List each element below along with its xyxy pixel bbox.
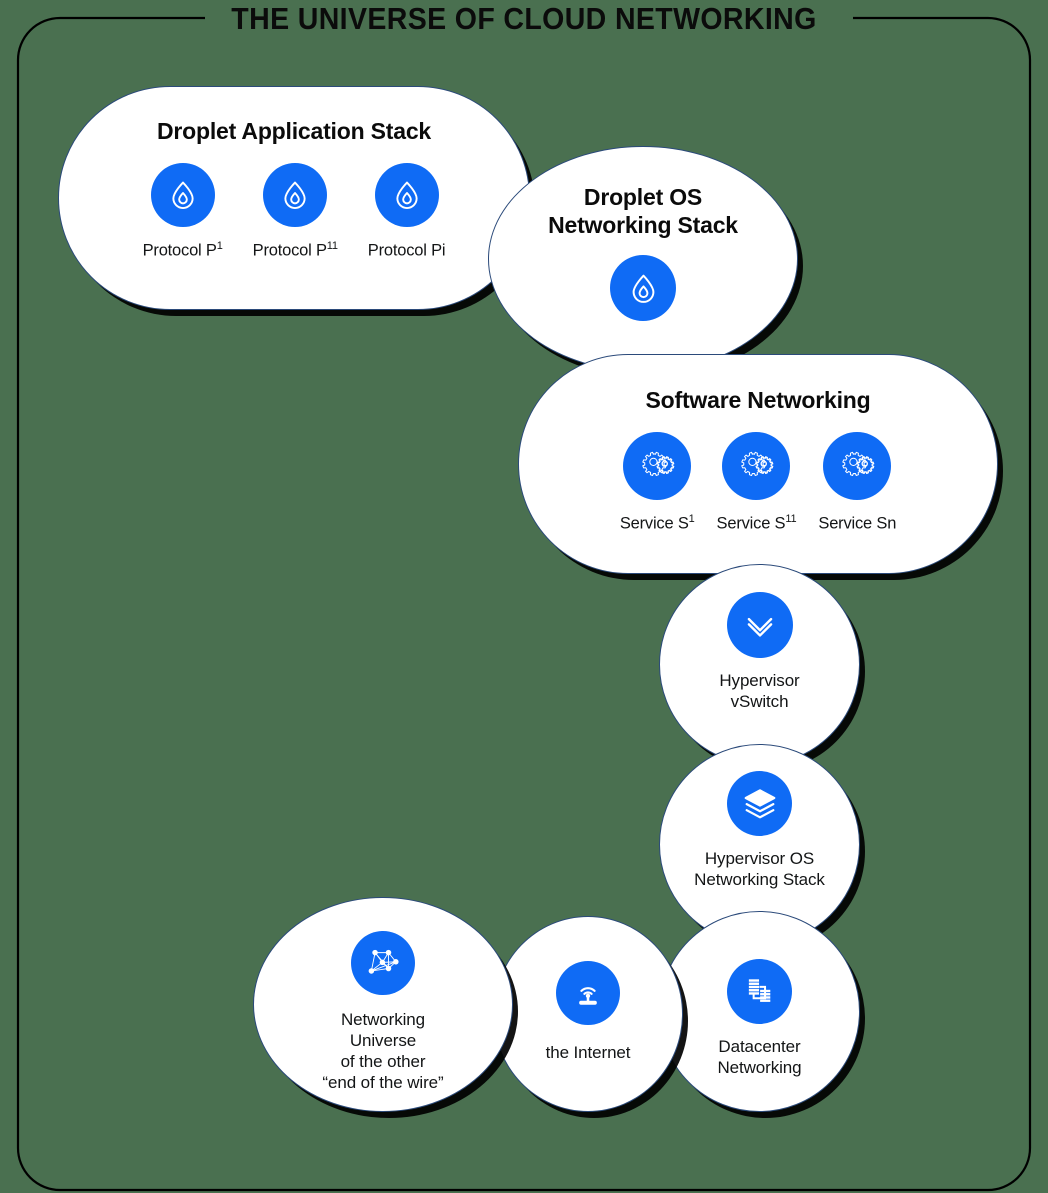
label-line-2: Universe xyxy=(349,1031,417,1050)
list-item-label: Service S11 xyxy=(717,513,797,534)
item-superscript: 11 xyxy=(326,240,338,252)
item-text: Service S xyxy=(716,514,786,533)
item-superscript: 11 xyxy=(785,513,797,525)
item-superscript: 1 xyxy=(688,513,695,525)
node-label-the-internet: the Internet xyxy=(545,1043,631,1062)
router-broadcast-icon xyxy=(556,961,620,1025)
label-line-3: of the other xyxy=(340,1052,426,1071)
list-item-label: Protocol P1 xyxy=(143,240,223,261)
gears-icon xyxy=(722,432,791,500)
group-droplet-application-stack[interactable]: Droplet Application Stack Protocol P1 Pr… xyxy=(58,86,530,310)
list-item-protocol-pi[interactable]: Protocol Pi xyxy=(368,163,446,261)
list-item-service-s11[interactable]: Service S11 xyxy=(717,432,797,534)
label-line-1: Hypervisor OS xyxy=(704,849,815,868)
layers-icon xyxy=(727,771,792,836)
label-line-4: “end of the wire” xyxy=(322,1073,444,1092)
group-datacenter-networking[interactable]: Datacenter Networking xyxy=(659,911,860,1112)
group-networking-universe[interactable]: Networking Universe of the other “end of… xyxy=(253,897,513,1112)
gears-icon xyxy=(623,432,692,500)
droplet-icon xyxy=(263,163,328,227)
label-line-2: Networking xyxy=(717,1058,802,1077)
title-line-1: Droplet OS xyxy=(583,184,703,210)
node-label-networking-universe: Networking Universe of the other “end of… xyxy=(322,1009,443,1093)
group-title-droplet-application-stack: Droplet Application Stack xyxy=(156,118,432,144)
droplet-icon xyxy=(610,255,676,321)
software-service-list: Service S1 Service S11 Service Sn xyxy=(620,432,896,534)
label-line-1: Networking xyxy=(340,1010,426,1029)
diagram-canvas: Droplet Application Stack Protocol P1 Pr… xyxy=(0,0,1048,1193)
droplet-protocol-list: Protocol P1 Protocol P11 Protocol Pi xyxy=(143,163,446,261)
node-label-hypervisor-vswitch: Hypervisor vSwitch xyxy=(719,670,799,712)
item-text: Protocol Pi xyxy=(367,241,446,260)
node-label-datacenter-networking: Datacenter Networking xyxy=(717,1036,801,1078)
network-mesh-icon xyxy=(351,931,415,995)
list-item-label: Protocol Pi xyxy=(368,240,446,261)
list-item-label: Service S1 xyxy=(620,513,695,534)
group-title-software-networking: Software Networking xyxy=(645,387,871,413)
item-text: Service Sn xyxy=(818,514,897,533)
label-line-1: Hypervisor xyxy=(719,671,800,690)
datacenter-icon xyxy=(727,959,792,1024)
list-item-protocol-p11[interactable]: Protocol P11 xyxy=(253,163,338,261)
page-title: THE UNIVERSE OF CLOUD NETWORKING xyxy=(231,1,817,36)
item-text: Protocol P xyxy=(252,241,327,260)
label-line-1: Datacenter xyxy=(718,1037,801,1056)
list-item-label: Protocol P11 xyxy=(253,240,338,261)
chevron-down-icon xyxy=(726,592,793,658)
group-hypervisor-vswitch[interactable]: Hypervisor vSwitch xyxy=(659,564,860,765)
droplet-icon xyxy=(374,163,439,227)
label-line-2: Networking Stack xyxy=(694,870,825,889)
group-title-droplet-os-networking-stack: Droplet OS Networking Stack xyxy=(548,183,738,239)
droplet-icon xyxy=(150,163,215,227)
list-item-label: Service Sn xyxy=(818,513,896,534)
group-the-internet[interactable]: the Internet xyxy=(493,916,683,1112)
item-superscript: 1 xyxy=(216,240,223,252)
gears-icon xyxy=(823,432,892,500)
item-text: Protocol P xyxy=(142,241,217,260)
list-item-service-s1[interactable]: Service S1 xyxy=(620,432,695,534)
list-item-protocol-p1[interactable]: Protocol P1 xyxy=(143,163,223,261)
group-droplet-os-networking-stack[interactable]: Droplet OS Networking Stack xyxy=(488,146,798,372)
item-text: Service S xyxy=(619,514,689,533)
list-item-service-sn[interactable]: Service Sn xyxy=(818,432,896,534)
title-line-2: Networking Stack xyxy=(548,212,738,238)
label-line-2: vSwitch xyxy=(730,692,789,711)
group-software-networking[interactable]: Software Networking Service S1 Service S… xyxy=(518,354,998,574)
node-label-hypervisor-os-networking-stack: Hypervisor OS Networking Stack xyxy=(694,848,825,890)
